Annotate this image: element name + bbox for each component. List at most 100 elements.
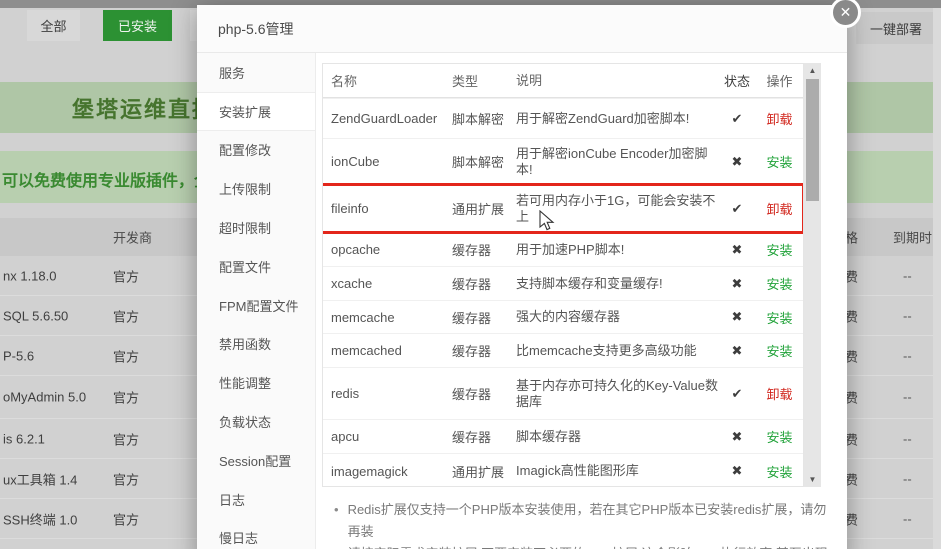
software-expire: -- <box>903 268 912 283</box>
close-x-glyph: ✕ <box>839 4 852 20</box>
not-installed-cross-icon: ✖ <box>731 153 743 169</box>
install-link[interactable]: 安装 <box>756 462 803 481</box>
extension-row-imagemagick: imagemagick 通用扩展 Imagick高性能图形库 ✖ 安装 <box>323 453 803 486</box>
not-installed-cross-icon: ✖ <box>731 241 743 257</box>
software-expire: -- <box>903 431 912 446</box>
dialog-title: php-5.6管理 <box>218 20 294 37</box>
bullet-icon: • <box>334 502 339 517</box>
not-installed-cross-icon: ✖ <box>731 275 743 291</box>
not-installed-cross-icon: ✖ <box>731 309 743 324</box>
extension-type: 脚本解密 <box>452 112 505 127</box>
extension-name: redis <box>331 386 360 401</box>
extension-notes: • Redis扩展仅支持一个PHP版本安装使用，若在其它PHP版本已安装redi… <box>322 499 839 549</box>
software-name: oMyAdmin 5.0 <box>3 389 87 405</box>
software-expire: -- <box>903 471 912 486</box>
extension-type: 通用扩展 <box>452 464 505 480</box>
install-link[interactable]: 安装 <box>756 274 803 293</box>
software-expire: -- <box>903 511 912 526</box>
sidebar-item-fpm-config[interactable]: FPM配置文件 <box>197 286 315 325</box>
sidebar-item-session-config[interactable]: Session配置 <box>197 441 315 480</box>
extension-name: apcu <box>331 429 360 444</box>
extension-type: 缓存器 <box>452 243 492 258</box>
extension-desc: 支持脚本缓存和变量缓存! <box>516 275 663 291</box>
sidebar-item-config-modify[interactable]: 配置修改 <box>197 131 315 170</box>
extension-name: imagemagick <box>331 463 408 479</box>
not-installed-cross-icon: ✖ <box>731 428 743 444</box>
scrollbar-thumb[interactable] <box>806 79 819 201</box>
uninstall-link[interactable]: 卸载 <box>756 109 803 128</box>
column-desc: 说明 <box>516 72 543 88</box>
extension-desc: 用于解密ZendGuard加密脚本! <box>516 110 690 126</box>
not-installed-cross-icon: ✖ <box>731 463 743 478</box>
extension-type: 缓存器 <box>452 387 492 402</box>
extension-table-header: 名称 类型 说明 状态 操作 <box>323 64 803 98</box>
extension-name: ionCube <box>331 154 380 169</box>
extension-row-memcache: memcache 缓存器 强大的内容缓存器 ✖ 安装 <box>323 300 803 333</box>
extension-name: ZendGuardLoader <box>331 111 438 126</box>
extension-type: 缓存器 <box>452 430 492 445</box>
install-link[interactable]: 安装 <box>756 308 803 327</box>
software-expire: -- <box>903 348 912 363</box>
extension-desc: 强大的内容缓存器 <box>516 309 621 324</box>
sidebar-item-slow-log[interactable]: 慢日志 <box>197 519 315 549</box>
php-manage-dialog: php-5.6管理 服务 安装扩展 配置修改 上传限制 超时限制 配置文件 FP… <box>197 5 847 549</box>
sidebar-item-load-status[interactable]: 负载状态 <box>197 402 315 441</box>
column-action: 操作 <box>766 74 793 89</box>
software-developer: 官方 <box>113 309 140 324</box>
note-advice: • 请按实际需求安装扩展,不要安装不必要的PHP扩展,这会影响PHP执行效率,甚… <box>334 543 839 549</box>
sidebar-item-install-extensions[interactable]: 安装扩展 <box>197 91 315 131</box>
extension-name: opcache <box>331 242 381 257</box>
extension-row-zendguardloader: ZendGuardLoader 脚本解密 用于解密ZendGuard加密脚本! … <box>323 98 803 138</box>
scroll-up-icon[interactable]: ▲ <box>804 63 821 78</box>
extension-desc: 若可用内存小于1G，可能会安装不上 <box>516 192 716 224</box>
install-link[interactable]: 安装 <box>756 240 803 259</box>
extension-row-ioncube: ionCube 脚本解密 用于解密ionCube Encoder加密脚本! ✖ … <box>323 138 803 184</box>
software-name: P-5.6 <box>3 348 35 363</box>
sidebar-item-service[interactable]: 服务 <box>197 53 315 92</box>
sidebar-item-config-file[interactable]: 配置文件 <box>197 247 315 286</box>
column-type: 类型 <box>452 74 479 89</box>
note-text: 请按实际需求安装扩展,不要安装不必要的PHP扩展,这会影响PHP执行效率,甚至出… <box>348 543 839 549</box>
extension-name: memcached <box>331 343 402 358</box>
software-expire: -- <box>903 308 912 323</box>
sidebar-item-timeout-limit[interactable]: 超时限制 <box>197 208 315 247</box>
sidebar-item-log[interactable]: 日志 <box>197 480 315 519</box>
installed-check-icon: ✔ <box>731 385 743 401</box>
filter-installed-button[interactable]: 已安装 <box>103 10 172 41</box>
banner-title: 堡塔运维直播 <box>72 97 217 122</box>
software-developer: 官方 <box>113 390 140 406</box>
extension-row-xcache: xcache 缓存器 支持脚本缓存和变量缓存! ✖ 安装 <box>323 266 803 300</box>
install-link[interactable]: 安装 <box>756 341 803 360</box>
sidebar-item-upload-limit[interactable]: 上传限制 <box>197 169 315 208</box>
note-text: Redis扩展仅支持一个PHP版本安装使用，若在其它PHP版本已安装redis扩… <box>347 502 827 539</box>
software-name: nx 1.18.0 <box>3 268 57 283</box>
filter-all-button[interactable]: 全部 <box>27 10 80 41</box>
extension-table: 名称 类型 说明 状态 操作 ZendGuardLoader 脚本解密 用于解密… <box>322 63 804 487</box>
bullet-icon: • <box>334 543 339 549</box>
extension-row-fileinfo-highlighted: fileinfo 通用扩展 若可用内存小于1G，可能会安装不上 ✔ 卸载 <box>323 183 803 234</box>
install-link[interactable]: 安装 <box>756 152 803 171</box>
scroll-down-icon[interactable]: ▼ <box>804 472 821 487</box>
software-name: is 6.2.1 <box>3 431 45 446</box>
column-developer: 开发商 <box>113 230 153 246</box>
extension-row-memcached: memcached 缓存器 比memcache支持更多高级功能 ✖ 安装 <box>323 333 803 367</box>
table-scrollbar[interactable]: ▲ ▼ <box>804 63 821 487</box>
extension-row-apcu: apcu 缓存器 脚本缓存器 ✖ 安装 <box>323 419 803 453</box>
dialog-sidebar: 服务 安装扩展 配置修改 上传限制 超时限制 配置文件 FPM配置文件 禁用函数… <box>197 53 316 549</box>
extension-row-opcache: opcache 缓存器 用于加速PHP脚本! ✖ 安装 <box>323 232 803 266</box>
uninstall-link[interactable]: 卸载 <box>756 384 803 403</box>
sidebar-item-performance[interactable]: 性能调整 <box>197 363 315 402</box>
software-developer: 官方 <box>113 349 140 364</box>
not-installed-cross-icon: ✖ <box>731 342 743 358</box>
extension-desc: Imagick高性能图形库 <box>516 463 639 478</box>
page-scrollbar[interactable] <box>933 8 941 549</box>
install-link[interactable]: 安装 <box>756 427 803 446</box>
uninstall-link[interactable]: 卸载 <box>756 199 803 218</box>
one-click-deploy-button[interactable]: 一键部署 <box>856 12 936 44</box>
extension-type: 缓存器 <box>452 310 492 326</box>
extension-name: fileinfo <box>331 201 369 216</box>
extension-desc: 用于解密ionCube Encoder加密脚本! <box>516 145 708 177</box>
column-name: 名称 <box>331 74 358 89</box>
dialog-titlebar: php-5.6管理 <box>197 5 847 53</box>
sidebar-item-disabled-functions[interactable]: 禁用函数 <box>197 325 315 364</box>
